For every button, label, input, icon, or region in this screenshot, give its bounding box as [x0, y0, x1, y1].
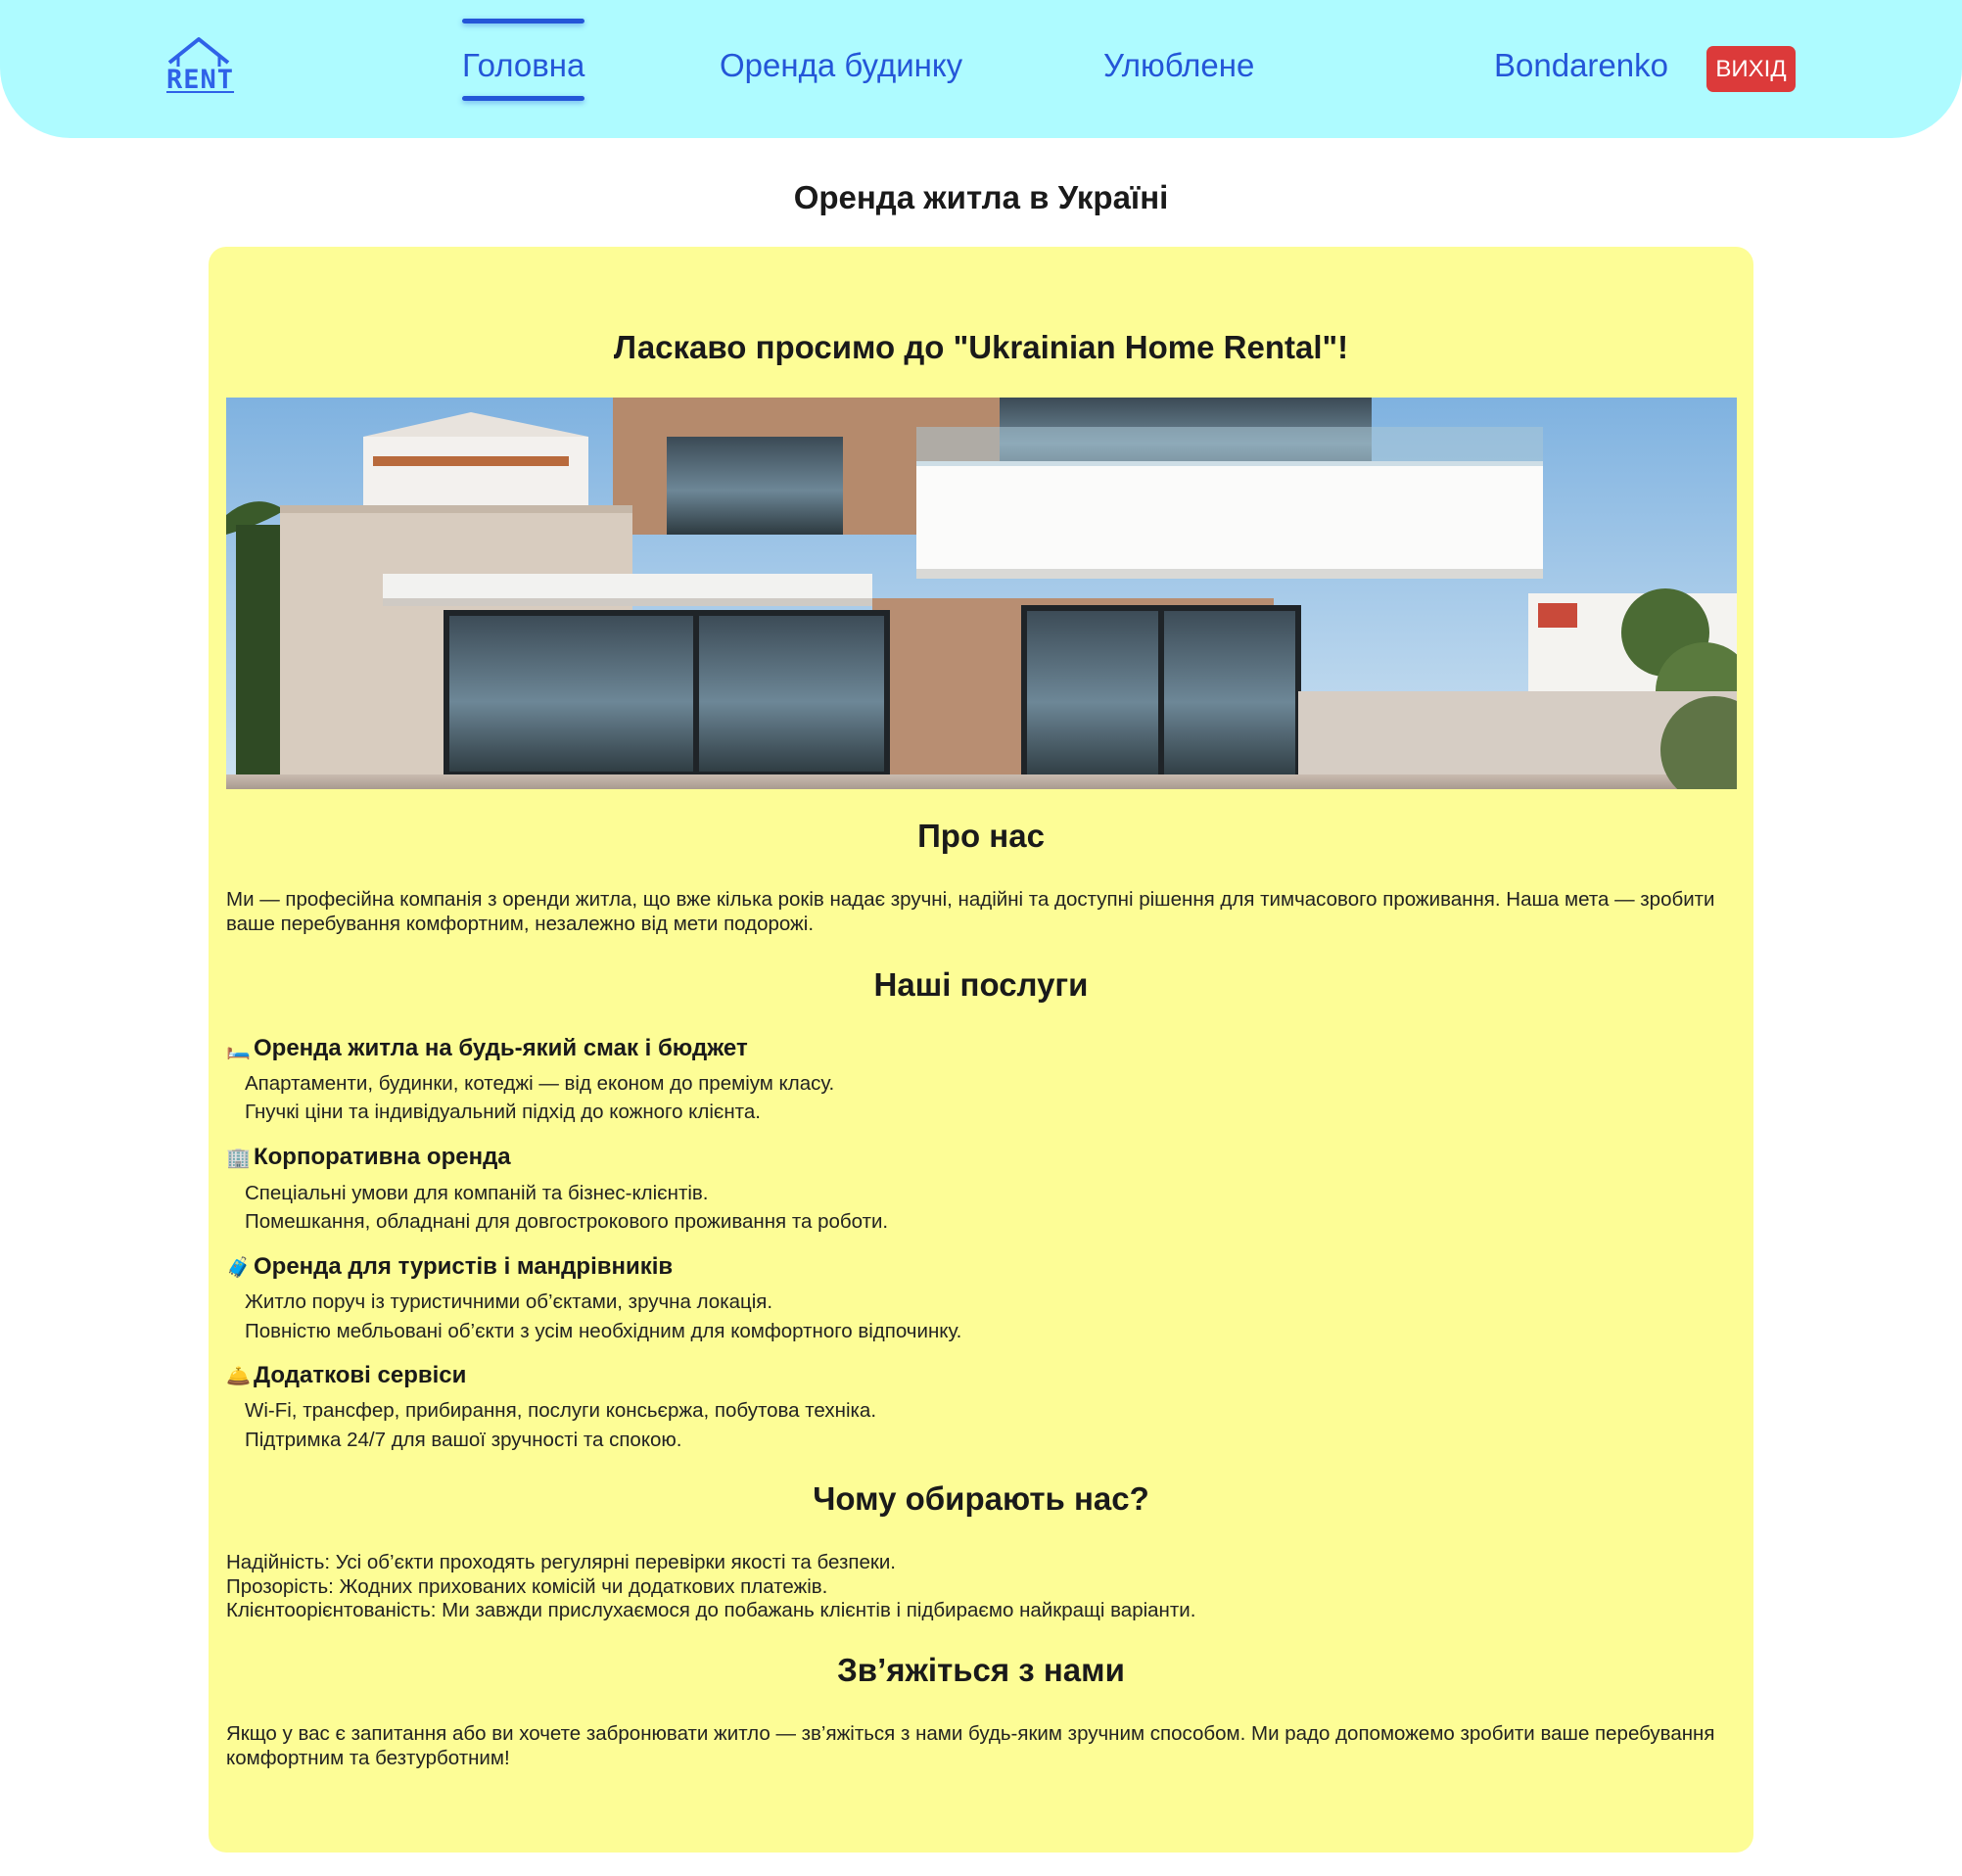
why-us-line: Прозорість: Жодних прихованих комісій чи…: [226, 1575, 828, 1598]
service-item-line: Wi-Fi, трансфер, прибирання, послуги кон…: [245, 1399, 877, 1422]
service-item-title: 🛎️ Додаткові сервіси: [226, 1362, 467, 1388]
office-building-icon: 🏢: [226, 1148, 251, 1169]
top-navbar: RENT Головна Оренда будинку Улюблене Bon…: [0, 0, 1962, 138]
house-roof-icon: [167, 37, 230, 67]
service-item-line: Спеціальні умови для компаній та бізнес-…: [245, 1182, 709, 1204]
service-item-line: Повністю мебльовані об’єкти з усім необх…: [245, 1320, 962, 1342]
contact-heading: Зв’яжіться з нами: [837, 1652, 1125, 1688]
service-item-line: Гнучкі ціни та індивідуальний підхід до …: [245, 1101, 761, 1123]
service-item-line: Підтримка 24/7 для вашої зручності та сп…: [245, 1429, 682, 1451]
logo-text: RENT: [166, 65, 235, 95]
why-us-heading: Чому обирають нас?: [813, 1480, 1149, 1517]
service-item-title: 🧳 Оренда для туристів і мандрівників: [226, 1253, 674, 1280]
why-us-line: Надійність: Усі об’єкти проходять регуля…: [226, 1551, 896, 1573]
bed-icon: 🛏️: [226, 1039, 251, 1060]
welcome-heading: Ласкаво просимо до "Ukrainian Home Renta…: [613, 329, 1349, 365]
about-text: Ми — професійна компанія з оренди житла,…: [226, 888, 1715, 935]
logout-button[interactable]: ВИХІД: [1706, 46, 1796, 92]
service-item-line: Апартаменти, будинки, котеджі — від екон…: [245, 1072, 835, 1095]
page-title: Оренда житла в Україні: [793, 179, 1169, 215]
about-heading: Про нас: [917, 818, 1045, 854]
service-item-line: Житло поруч із туристичними об’єктами, з…: [245, 1290, 773, 1313]
content-card: Ласкаво просимо до "Ukrainian Home Renta…: [209, 247, 1753, 1853]
nav-home[interactable]: Головна: [462, 19, 585, 101]
user-profile-link[interactable]: Bondarenko: [1494, 47, 1668, 84]
contact-text: Якщо у вас є запитання або ви хочете заб…: [226, 1722, 1715, 1769]
service-item-line: Помешкання, обладнані для довгостроковог…: [245, 1210, 889, 1233]
nav-favorites[interactable]: Улюблене: [1103, 47, 1254, 84]
hero-house-image: [226, 398, 1737, 789]
nav-house-rental[interactable]: Оренда будинку: [720, 47, 962, 84]
rent-logo[interactable]: RENT: [166, 35, 235, 100]
service-item-title: 🛏️ Оренда житла на будь-який смак і бюдже…: [226, 1035, 748, 1061]
service-item-title: 🏢 Корпоративна оренда: [226, 1144, 511, 1170]
bellhop-bell-icon: 🛎️: [226, 1366, 251, 1387]
services-heading: Наші послуги: [873, 966, 1089, 1003]
luggage-icon: 🧳: [226, 1257, 251, 1279]
why-us-line: Клієнтоорієнтованість: Ми завжди прислух…: [226, 1599, 1196, 1621]
